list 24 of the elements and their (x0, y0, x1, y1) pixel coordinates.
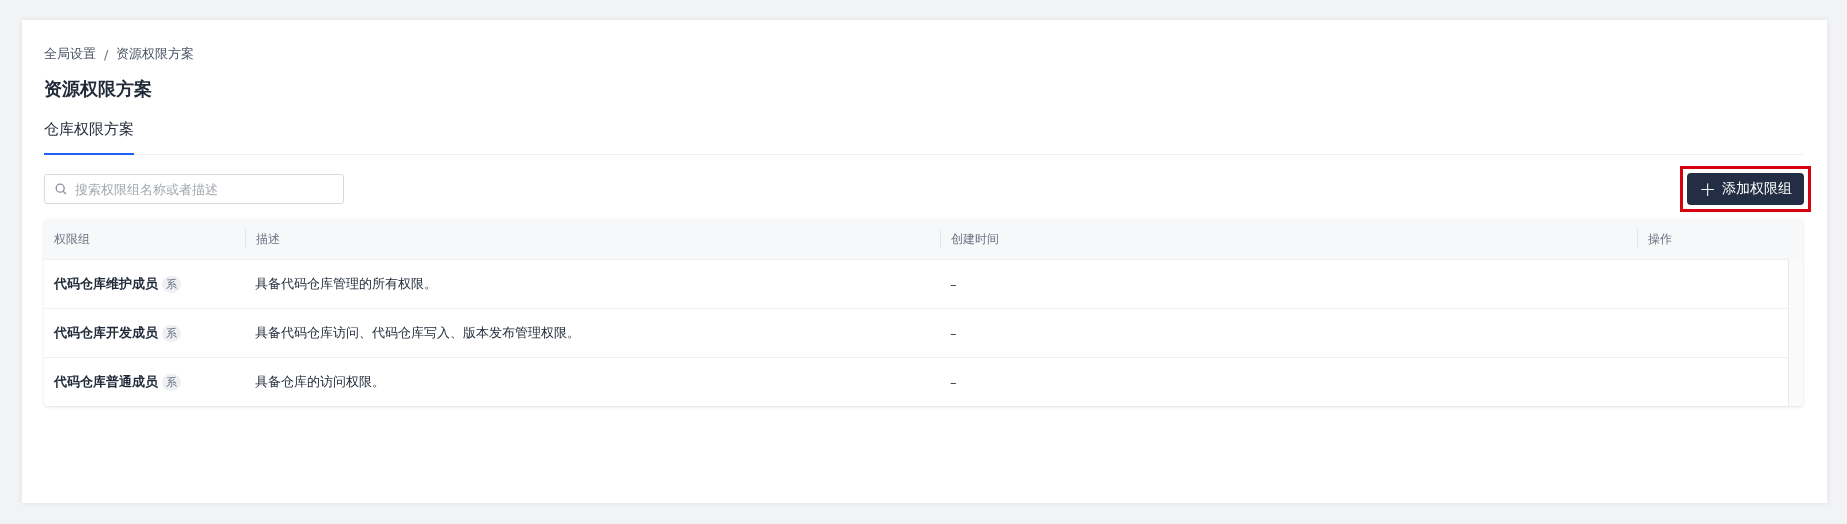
group-name: 代码仓库开发成员 (54, 324, 158, 342)
search-field[interactable]: 搜索权限组名称或者描述 (44, 174, 344, 204)
system-badge: 系 (162, 275, 181, 293)
tab[interactable]: 仓库权限方案 (44, 114, 134, 155)
system-badge: 系 (162, 324, 181, 342)
breadcrumb-separator: / (104, 46, 109, 62)
table-cell-text: – (949, 275, 958, 294)
table-cell-text: 具备代码仓库管理的所有权限。 (254, 275, 438, 293)
breadcrumb-link[interactable]: 资源权限方案 (116, 45, 195, 63)
table-cell-text: – (949, 373, 958, 392)
add-group-button[interactable]: + 添加权限组 (1687, 173, 1804, 205)
system-badge: 系 (162, 373, 181, 391)
page-title: 资源权限方案 (44, 77, 153, 101)
table-cell-text: 具备仓库的访问权限。 (254, 373, 386, 391)
group-name: 代码仓库维护成员 (54, 275, 158, 293)
search-icon (55, 183, 67, 195)
breadcrumb-link[interactable]: 全局设置 (44, 45, 96, 63)
column-header: 描述 (245, 229, 940, 249)
table-cell-text: – (949, 324, 958, 343)
column-header: 操作 (1637, 229, 1803, 249)
group-name: 代码仓库普通成员 (54, 373, 158, 391)
column-header: 创建时间 (940, 229, 1637, 249)
column-header: 权限组 (53, 230, 91, 248)
table-cell-text: 具备代码仓库访问、代码仓库写入、版本发布管理权限。 (254, 324, 581, 342)
